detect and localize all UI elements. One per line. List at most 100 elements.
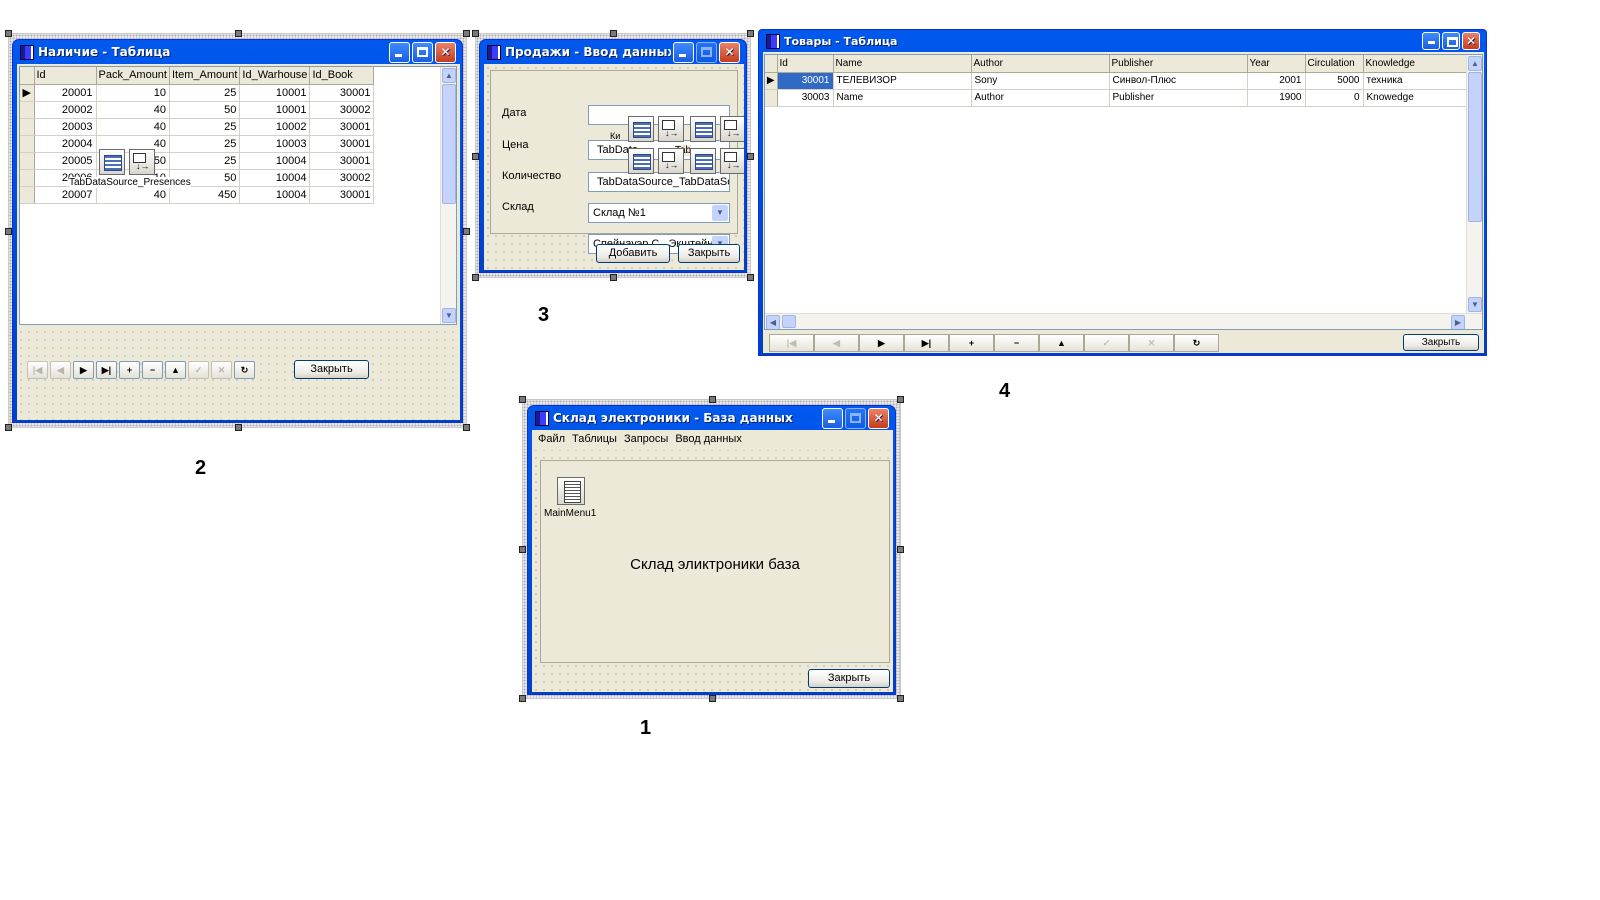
grid-cell[interactable]: 10003 bbox=[239, 135, 311, 153]
title-bar[interactable]: Продажи - Ввод данных ✕ bbox=[484, 40, 742, 64]
close-button[interactable]: Закрыть bbox=[808, 669, 890, 688]
grid-cell[interactable]: 40 bbox=[96, 186, 170, 204]
resize-handle[interactable] bbox=[519, 695, 526, 702]
resize-handle[interactable] bbox=[472, 152, 479, 160]
grid-cell[interactable]: 10004 bbox=[239, 169, 311, 187]
close-button[interactable]: Закрыть bbox=[678, 244, 740, 263]
grid-cell[interactable]: 0 bbox=[1305, 89, 1364, 107]
close-window-button[interactable]: ✕ bbox=[435, 41, 456, 63]
maximize-button[interactable] bbox=[412, 41, 433, 63]
minimize-button[interactable] bbox=[1422, 32, 1440, 50]
resize-handle[interactable] bbox=[610, 30, 617, 37]
grid-cell[interactable]: Name bbox=[833, 89, 972, 107]
close-window-button[interactable]: ✕ bbox=[719, 41, 740, 63]
grid-cell[interactable]: 40 bbox=[96, 101, 170, 119]
menu-file[interactable]: Файл bbox=[538, 433, 565, 447]
grid-cell[interactable]: 25 bbox=[169, 135, 241, 153]
datasource-component-icon[interactable] bbox=[658, 148, 684, 174]
grid-cell[interactable]: 10004 bbox=[239, 152, 311, 170]
grid-cell[interactable]: 10002 bbox=[239, 118, 311, 136]
grid-cell[interactable]: 30001 bbox=[309, 135, 375, 153]
table-row[interactable]: ▶ 30001 ТЕЛЕВИЗОР Sony Синвол-Плюс 2001 … bbox=[765, 72, 1470, 90]
minimize-button[interactable] bbox=[822, 407, 843, 429]
warehouse-select[interactable]: Склад №1 ▼ bbox=[588, 203, 730, 223]
grid-cell[interactable]: 5000 bbox=[1305, 72, 1364, 90]
grid-cell[interactable]: 2001 bbox=[1247, 72, 1306, 90]
resize-handle[interactable] bbox=[234, 424, 242, 431]
column-header[interactable]: Circulation bbox=[1305, 55, 1364, 73]
resize-handle[interactable] bbox=[234, 30, 242, 37]
resize-handle[interactable] bbox=[519, 546, 526, 553]
close-button[interactable]: Закрыть bbox=[1403, 334, 1479, 351]
resize-handle[interactable] bbox=[472, 274, 479, 281]
resize-handle[interactable] bbox=[897, 396, 904, 403]
resize-handle[interactable] bbox=[5, 227, 12, 235]
delete-record-button[interactable]: − bbox=[994, 334, 1039, 352]
grid-cell[interactable]: ТЕЛЕВИЗОР bbox=[833, 72, 972, 90]
horizontal-scrollbar[interactable]: ◀ ▶ bbox=[765, 313, 1482, 329]
column-header[interactable]: Item_Amount bbox=[169, 67, 241, 85]
resize-handle[interactable] bbox=[708, 695, 716, 702]
resize-handle[interactable] bbox=[747, 274, 754, 281]
prior-record-button[interactable]: ◀ bbox=[50, 361, 71, 379]
grid-cell[interactable]: 30002 bbox=[309, 169, 375, 187]
datasource-component-icon[interactable] bbox=[129, 149, 155, 175]
grid-cell[interactable]: 20002 bbox=[34, 101, 97, 119]
scroll-down-button[interactable]: ▼ bbox=[1468, 297, 1482, 312]
column-header[interactable]: Knowledge bbox=[1363, 55, 1470, 73]
column-header[interactable]: Id bbox=[777, 55, 834, 73]
close-button[interactable]: Закрыть bbox=[294, 360, 369, 379]
grid-cell[interactable]: 30001 bbox=[777, 72, 834, 90]
add-button[interactable]: Добавить bbox=[596, 244, 670, 263]
datasource-component-icon[interactable] bbox=[658, 116, 684, 142]
table-component-icon[interactable] bbox=[690, 148, 716, 174]
vertical-scrollbar[interactable]: ▲ ▼ bbox=[1466, 55, 1482, 313]
next-record-button[interactable]: ▶ bbox=[73, 361, 94, 379]
resize-handle[interactable] bbox=[472, 30, 479, 37]
grid-cell[interactable]: 30003 bbox=[777, 89, 834, 107]
grid-cell[interactable]: Синвол-Плюс bbox=[1109, 72, 1248, 90]
last-record-button[interactable]: ▶| bbox=[904, 334, 949, 352]
grid-cell[interactable]: 10 bbox=[96, 84, 170, 102]
close-window-button[interactable]: ✕ bbox=[1462, 32, 1480, 50]
resize-handle[interactable] bbox=[5, 30, 12, 37]
scroll-down-button[interactable]: ▼ bbox=[442, 308, 456, 323]
grid-cell[interactable]: Knowedge bbox=[1363, 89, 1470, 107]
refresh-button[interactable]: ↻ bbox=[234, 361, 255, 379]
minimize-button[interactable] bbox=[389, 41, 410, 63]
column-header[interactable]: Id_Book bbox=[309, 67, 375, 85]
datasource-component-icon[interactable] bbox=[720, 116, 744, 142]
resize-handle[interactable] bbox=[463, 227, 470, 235]
insert-record-button[interactable]: + bbox=[119, 361, 140, 379]
grid-cell[interactable]: 25 bbox=[169, 118, 241, 136]
table-row[interactable]: 20005 50 25 10004 30001 bbox=[20, 152, 375, 170]
table-component-icon[interactable] bbox=[690, 116, 716, 142]
close-window-button[interactable]: ✕ bbox=[868, 407, 889, 429]
last-record-button[interactable]: ▶| bbox=[96, 361, 117, 379]
table-row[interactable]: 30003 Name Author Publisher 1900 0 Knowe… bbox=[765, 89, 1470, 107]
column-header[interactable]: Author bbox=[971, 55, 1110, 73]
main-menu-component-icon[interactable] bbox=[557, 477, 585, 505]
scroll-up-button[interactable]: ▲ bbox=[1468, 56, 1482, 71]
grid-cell[interactable]: Sony bbox=[971, 72, 1110, 90]
resize-handle[interactable] bbox=[747, 30, 754, 37]
vertical-scrollbar[interactable]: ▲ ▼ bbox=[440, 67, 456, 324]
grid-cell[interactable]: 450 bbox=[169, 186, 241, 204]
post-record-button[interactable]: ✓ bbox=[188, 361, 209, 379]
grid-cell[interactable]: 30001 bbox=[309, 152, 375, 170]
grid-cell[interactable]: 20001 bbox=[34, 84, 97, 102]
column-header[interactable]: Publisher bbox=[1109, 55, 1248, 73]
grid-cell[interactable]: 30001 bbox=[309, 118, 375, 136]
title-bar[interactable]: Товары - Таблица ✕ bbox=[763, 30, 1482, 52]
resize-handle[interactable] bbox=[5, 424, 12, 431]
column-header[interactable]: Id bbox=[34, 67, 97, 85]
delete-record-button[interactable]: − bbox=[142, 361, 163, 379]
column-header[interactable]: Year bbox=[1247, 55, 1306, 73]
table-row[interactable]: 20003 40 25 10002 30001 bbox=[20, 118, 375, 136]
table-row[interactable]: 20004 40 25 10003 30001 bbox=[20, 135, 375, 153]
table-row[interactable]: ▶ 20001 10 25 10001 30001 bbox=[20, 84, 375, 102]
quantity-field[interactable]: TabDataSource_TabDataSource_ bbox=[588, 172, 730, 192]
table-component-icon[interactable] bbox=[99, 149, 125, 175]
datasource-component-icon[interactable] bbox=[720, 148, 744, 174]
data-grid[interactable]: Id Name Author Publisher Year Circulatio… bbox=[764, 54, 1483, 330]
